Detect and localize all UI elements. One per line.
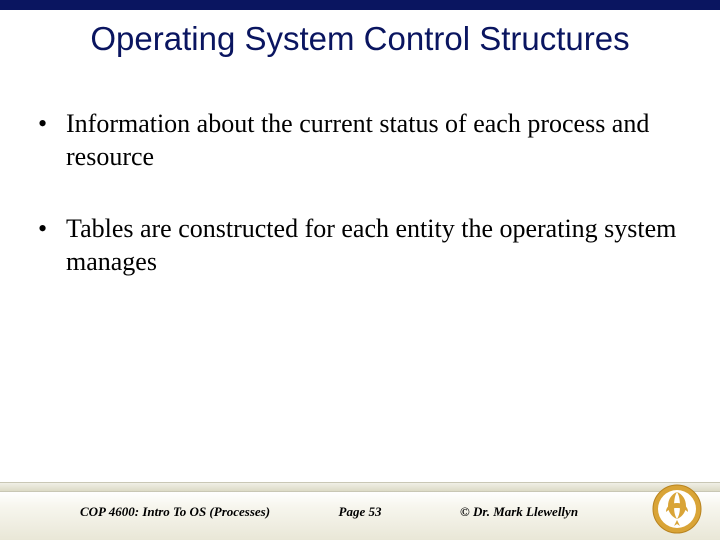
slide-title: Operating System Control Structures bbox=[0, 20, 720, 58]
bullet-text: Information about the current status of … bbox=[66, 108, 680, 173]
ucf-pegasus-logo-icon bbox=[652, 484, 702, 534]
bullet-item: • Information about the current status o… bbox=[38, 108, 680, 173]
footer-divider-band bbox=[0, 482, 720, 492]
footer-page-number: Page 53 bbox=[0, 504, 720, 520]
slide: Operating System Control Structures • In… bbox=[0, 0, 720, 540]
slide-body: • Information about the current status o… bbox=[38, 108, 680, 318]
top-accent-bar bbox=[0, 0, 720, 10]
footer-copyright: © Dr. Mark Llewellyn bbox=[460, 504, 578, 520]
bullet-item: • Tables are constructed for each entity… bbox=[38, 213, 680, 278]
slide-footer: COP 4600: Intro To OS (Processes) Page 5… bbox=[0, 472, 720, 540]
bullet-dot-icon: • bbox=[38, 108, 66, 173]
bullet-text: Tables are constructed for each entity t… bbox=[66, 213, 680, 278]
bullet-dot-icon: • bbox=[38, 213, 66, 278]
